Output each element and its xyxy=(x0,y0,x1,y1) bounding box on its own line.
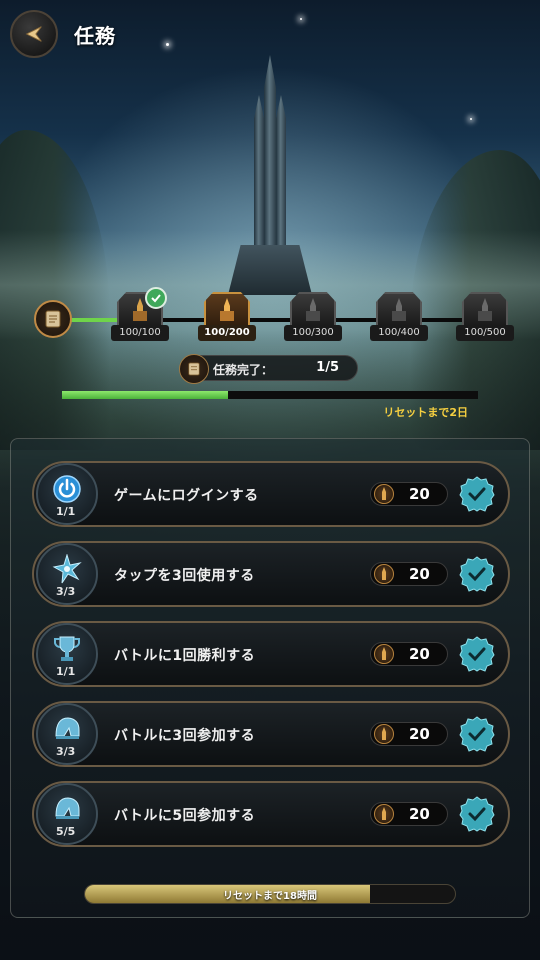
helmet-icon xyxy=(55,797,80,819)
reset-days-text: リセットまで2日 xyxy=(383,406,468,419)
reset-timer-text: リセットまで18時間 xyxy=(223,891,317,902)
task-progress: 5/5 xyxy=(56,825,76,838)
tower-reward-icon xyxy=(478,298,492,321)
completed-check-icon xyxy=(459,716,495,752)
milestone-value: 100/400 xyxy=(370,325,428,341)
reward-amount: 20 xyxy=(409,725,430,743)
star xyxy=(470,118,472,120)
milestone-value: 100/100 xyxy=(111,325,169,341)
star xyxy=(166,43,169,46)
tower-coin-icon xyxy=(374,564,394,584)
task-reward: 20 xyxy=(370,802,448,826)
task-row-tap[interactable]: 3/3 タップを3回使用する 20 xyxy=(32,541,510,607)
completed-check-icon xyxy=(459,556,495,592)
back-arrow-icon xyxy=(25,26,42,42)
reward-amount: 20 xyxy=(409,645,430,663)
reset-timer-bar: リセットまで18時間 xyxy=(84,884,456,904)
claimed-check-icon xyxy=(145,287,167,309)
task-progress: 1/1 xyxy=(56,665,76,678)
task-name: バトルに1回勝利する xyxy=(114,648,256,664)
task-row-win-battle[interactable]: 1/1 バトルに1回勝利する 20 xyxy=(32,621,510,687)
task-name: ゲームにログインする xyxy=(114,488,259,504)
power-icon xyxy=(53,475,81,503)
reward-amount: 20 xyxy=(409,805,430,823)
task-reward: 20 xyxy=(370,482,448,506)
completion-count: 1/5 xyxy=(316,360,339,375)
task-row-battle-3[interactable]: 3/3 バトルに3回参加する 20 xyxy=(32,701,510,767)
completed-check-icon xyxy=(459,796,495,832)
scroll-icon xyxy=(179,354,209,384)
page-title: 任務 xyxy=(74,24,116,48)
completion-label: 任務完了： xyxy=(213,363,274,377)
tower-reward-icon xyxy=(220,298,234,321)
helmet-icon xyxy=(55,717,80,739)
milestone-2[interactable]: 100/200 xyxy=(198,292,256,344)
task-name: バトルに5回参加する xyxy=(114,808,256,824)
tower-illustration xyxy=(228,55,312,295)
tower-coin-icon xyxy=(374,804,394,824)
scroll-start-node xyxy=(34,300,72,338)
task-reward: 20 xyxy=(370,642,448,666)
trophy-icon xyxy=(54,636,80,661)
tower-coin-icon xyxy=(374,644,394,664)
star xyxy=(300,18,302,20)
milestone-value: 100/300 xyxy=(284,325,342,341)
milestone-3[interactable]: 100/300 xyxy=(284,292,342,344)
completion-progress-bar xyxy=(62,391,478,399)
tower-coin-icon xyxy=(374,484,394,504)
milestone-5[interactable]: 100/500 xyxy=(456,292,514,344)
task-progress: 3/3 xyxy=(56,585,76,598)
task-reward: 20 xyxy=(370,722,448,746)
task-row-login[interactable]: 1/1 ゲームにログインする 20 xyxy=(32,461,510,527)
milestone-4[interactable]: 100/400 xyxy=(370,292,428,344)
task-name: バトルに3回参加する xyxy=(114,728,256,744)
task-progress: 3/3 xyxy=(56,745,76,758)
star-icon xyxy=(52,554,82,584)
completed-check-icon xyxy=(459,636,495,672)
completed-check-icon xyxy=(459,476,495,512)
task-row-battle-5[interactable]: 5/5 バトルに5回参加する 20 xyxy=(32,781,510,847)
reward-amount: 20 xyxy=(409,485,430,503)
task-reward: 20 xyxy=(370,562,448,586)
milestone-value: 100/200 xyxy=(198,325,256,341)
back-button[interactable] xyxy=(10,10,58,58)
completion-counter: 任務完了： 1/5 xyxy=(179,354,358,384)
scroll-icon xyxy=(45,310,61,328)
tower-coin-icon xyxy=(374,724,394,744)
reward-amount: 20 xyxy=(409,565,430,583)
tower-reward-icon xyxy=(392,298,406,321)
milestone-value: 100/500 xyxy=(456,325,514,341)
task-name: タップを3回使用する xyxy=(114,568,255,584)
task-progress: 1/1 xyxy=(56,505,76,518)
tower-reward-icon xyxy=(306,298,320,321)
